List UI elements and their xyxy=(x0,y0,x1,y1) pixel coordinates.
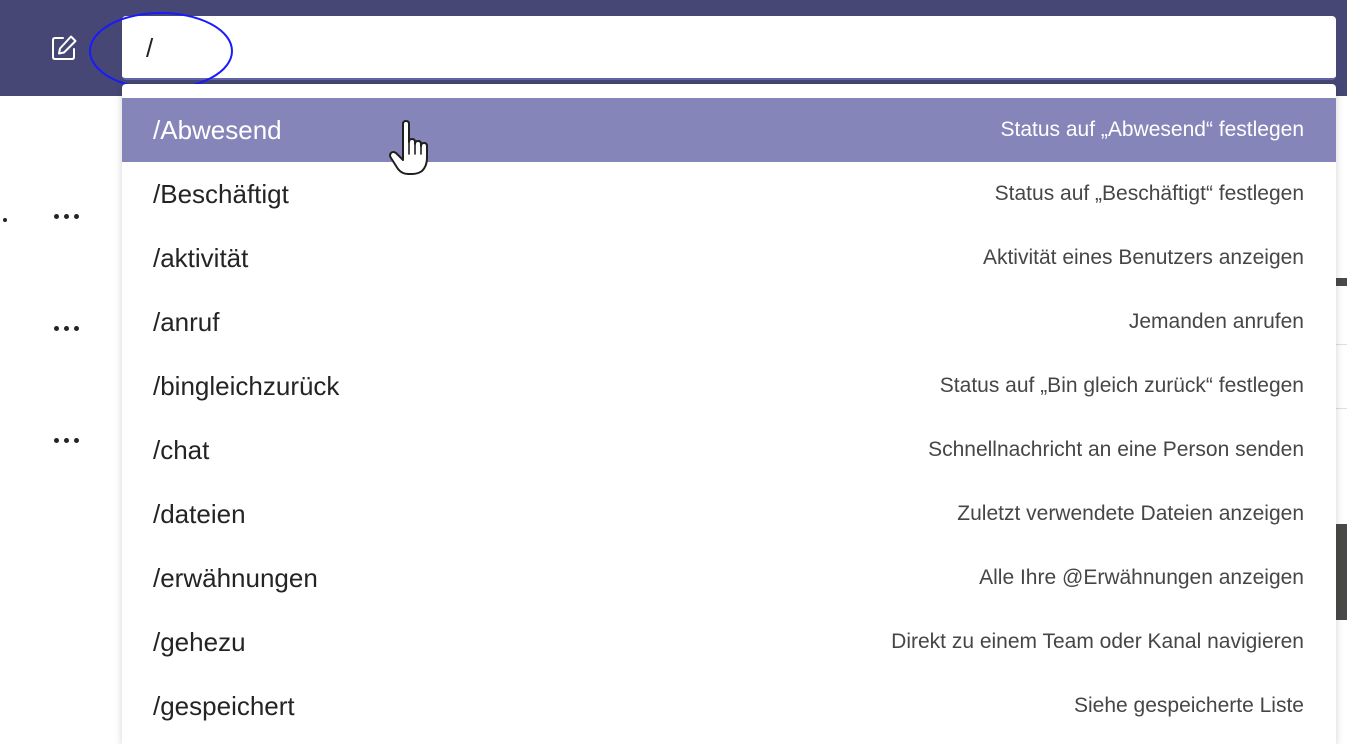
command-name: /anruf xyxy=(153,306,220,337)
edge-divider xyxy=(1336,408,1347,409)
command-name: /erwähnungen xyxy=(153,562,318,593)
command-description: Zuletzt verwendete Dateien anzeigen xyxy=(957,502,1304,525)
command-item-anruf[interactable]: /anruf Jemanden anrufen xyxy=(122,290,1336,354)
command-name: /dateien xyxy=(153,498,246,529)
command-item-gespeichert[interactable]: /gespeichert Siehe gespeicherte Liste xyxy=(122,674,1336,738)
background-list xyxy=(0,96,122,739)
command-item-bingleichzurueck[interactable]: /bingleichzurück Status auf „Bin gleich … xyxy=(122,354,1336,418)
more-options-icon xyxy=(53,437,59,443)
command-item-erwaehnungen[interactable]: /erwähnungen Alle Ihre @Erwähnungen anze… xyxy=(122,546,1336,610)
more-options-icon xyxy=(53,325,59,331)
compose-button[interactable] xyxy=(46,30,82,66)
command-description: Status auf „Beschäftigt“ festlegen xyxy=(994,182,1304,205)
command-item-aktivitaet[interactable]: /aktivität Aktivität eines Benutzers anz… xyxy=(122,226,1336,290)
command-name: /Beschäftigt xyxy=(153,178,289,209)
edge-mark xyxy=(1336,524,1347,620)
command-item-abwesend[interactable]: /Abwesend Status auf „Abwesend“ festlege… xyxy=(122,98,1336,162)
command-name: /gespeichert xyxy=(153,690,295,721)
top-bar xyxy=(0,0,1347,96)
command-name: /aktivität xyxy=(153,242,249,273)
more-options-button[interactable] xyxy=(46,204,86,228)
command-search-input[interactable] xyxy=(146,26,1306,70)
command-description: Siehe gespeicherte Liste xyxy=(1074,694,1304,717)
more-options-icon xyxy=(53,213,59,219)
edge-divider xyxy=(1336,344,1347,345)
more-options-button[interactable] xyxy=(46,428,86,452)
command-description: Jemanden anrufen xyxy=(1128,310,1304,333)
command-dropdown: /Abwesend Status auf „Abwesend“ festlege… xyxy=(122,84,1336,744)
command-name: /bingleichzurück xyxy=(153,370,340,401)
command-name: /gehezu xyxy=(153,626,246,657)
command-name: /chat xyxy=(153,434,210,465)
command-description: Aktivität eines Benutzers anzeigen xyxy=(982,246,1304,269)
compose-icon xyxy=(52,35,77,60)
command-description: Alle Ihre @Erwähnungen anzeigen xyxy=(979,566,1304,589)
command-name: /Abwesend xyxy=(153,114,282,145)
truncated-text-mark xyxy=(3,218,7,222)
command-search-box[interactable] xyxy=(122,16,1336,80)
command-description: Schnellnachricht an eine Person senden xyxy=(928,438,1304,461)
background-right-edge xyxy=(1336,96,1347,739)
command-item-beschaeftigt[interactable]: /Beschäftigt Status auf „Beschäftigt“ fe… xyxy=(122,162,1336,226)
edge-mark xyxy=(1336,278,1347,286)
command-description: Status auf „Abwesend“ festlegen xyxy=(1000,118,1304,141)
command-item-gehezu[interactable]: /gehezu Direkt zu einem Team oder Kanal … xyxy=(122,610,1336,674)
command-description: Status auf „Bin gleich zurück“ festlegen xyxy=(939,374,1304,397)
command-description: Direkt zu einem Team oder Kanal navigier… xyxy=(891,630,1304,653)
command-item-dateien[interactable]: /dateien Zuletzt verwendete Dateien anze… xyxy=(122,482,1336,546)
more-options-button[interactable] xyxy=(46,316,86,340)
command-item-chat[interactable]: /chat Schnellnachricht an eine Person se… xyxy=(122,418,1336,482)
